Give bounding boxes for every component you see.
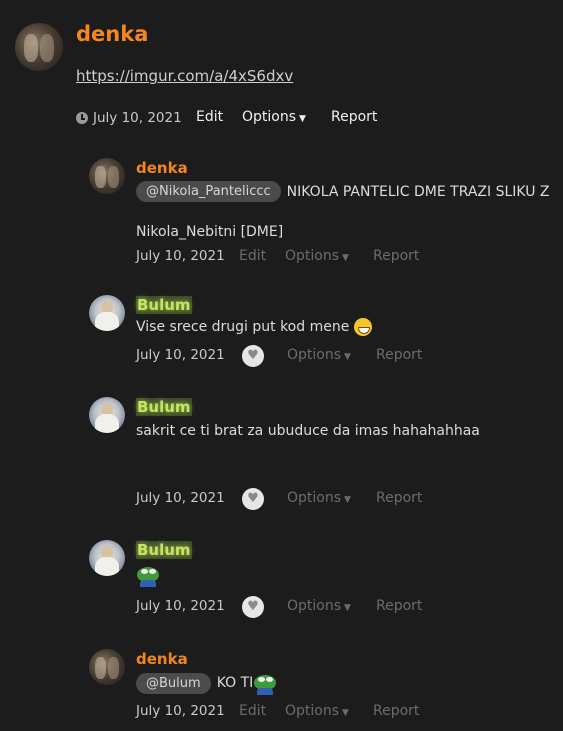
like-heart-icon[interactable]: ♥ (242, 488, 264, 510)
reply-avatar[interactable] (89, 158, 125, 194)
reply-avatar[interactable] (89, 540, 125, 576)
report-button[interactable]: Report (376, 598, 422, 614)
grinning-emoji-icon (354, 318, 373, 336)
options-label: Options (287, 490, 342, 506)
options-button[interactable]: Options ▼ (242, 109, 306, 125)
author-avatar[interactable] (15, 23, 63, 71)
report-button[interactable]: Report (376, 490, 422, 506)
report-button[interactable]: Report (331, 109, 377, 125)
reply-avatar[interactable] (89, 397, 125, 433)
options-label: Options (287, 347, 342, 363)
options-button[interactable]: Options ▼ (285, 703, 349, 719)
edit-button[interactable]: Edit (196, 109, 223, 125)
post-meta: July 10, 2021 (76, 110, 182, 126)
report-button[interactable]: Report (376, 347, 422, 363)
options-button[interactable]: Options ▼ (287, 598, 351, 614)
mention-tag[interactable]: @Nikola_Panteliccc (136, 181, 281, 202)
reply-body: Vise srece drugi put kod mene (136, 318, 373, 336)
edit-button[interactable]: Edit (239, 248, 266, 264)
reply-date: July 10, 2021 (136, 248, 225, 264)
reply-body: @Bulum KO TI (136, 672, 277, 695)
options-button[interactable]: Options ▼ (287, 347, 351, 363)
reply-body (136, 564, 160, 587)
reply-text-line2: Nikola_Nebitni [DME] (136, 224, 284, 240)
reply-avatar[interactable] (89, 295, 125, 331)
report-button[interactable]: Report (373, 703, 419, 719)
reply-date: July 10, 2021 (136, 490, 225, 506)
options-label: Options (285, 703, 340, 719)
caret-down-icon: ▼ (342, 253, 349, 263)
caret-down-icon: ▼ (342, 708, 349, 718)
like-heart-icon[interactable]: ♥ (242, 596, 264, 618)
edit-button[interactable]: Edit (239, 703, 266, 719)
mention-tag[interactable]: @Bulum (136, 672, 211, 694)
caret-down-icon: ▼ (299, 114, 306, 124)
reply-body: @Nikola_Panteliccc NIKOLA PANTELIC DME T… (136, 181, 550, 202)
report-button[interactable]: Report (373, 248, 419, 264)
options-button[interactable]: Options ▼ (285, 248, 349, 264)
reply-text: NIKOLA PANTELIC DME TRAZI SLIKU Z (286, 183, 550, 200)
reply-text: sakrit ce ti brat za ubuduce da imas hah… (136, 423, 480, 439)
options-label: Options (242, 109, 297, 125)
reply-author[interactable]: Bulum (136, 398, 192, 416)
options-label: Options (285, 248, 340, 264)
clock-icon (76, 112, 88, 124)
options-label: Options (287, 598, 342, 614)
reply-text: Vise srece drugi put kod mene (136, 319, 350, 335)
post-link[interactable]: https://imgur.com/a/4xS6dxv (76, 67, 293, 85)
reply-date: July 10, 2021 (136, 347, 225, 363)
reply-author[interactable]: Bulum (136, 541, 192, 559)
options-button[interactable]: Options ▼ (287, 490, 351, 506)
reply-author[interactable]: denka (136, 650, 188, 668)
reply-author[interactable]: Bulum (136, 296, 192, 314)
pepe-emoji-icon (136, 564, 160, 587)
like-heart-icon[interactable]: ♥ (242, 345, 264, 367)
reply-author[interactable]: denka (136, 159, 188, 177)
reply-date: July 10, 2021 (136, 598, 225, 614)
author-name[interactable]: denka (76, 22, 148, 46)
pepe-emoji-icon (253, 672, 277, 695)
caret-down-icon: ▼ (344, 495, 351, 505)
reply-avatar[interactable] (89, 649, 125, 685)
reply-date: July 10, 2021 (136, 703, 225, 719)
post-date: July 10, 2021 (93, 110, 182, 126)
caret-down-icon: ▼ (344, 603, 351, 613)
reply-text: KO TI (216, 675, 254, 691)
caret-down-icon: ▼ (344, 352, 351, 362)
